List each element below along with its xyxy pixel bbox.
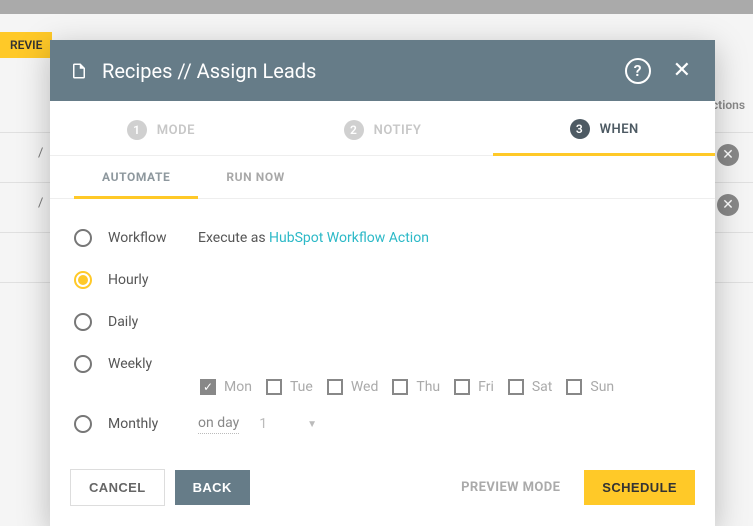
day-tue: Tue: [266, 379, 313, 395]
cancel-button[interactable]: CANCEL: [70, 469, 165, 506]
workflow-detail: Execute as HubSpot Workflow Action: [198, 230, 429, 246]
step-number: 3: [570, 119, 590, 139]
help-icon[interactable]: ?: [625, 58, 651, 84]
modal-footer: CANCEL BACK PREVIEW MODE SCHEDULE: [50, 453, 715, 526]
bg-row-close-icon[interactable]: ✕: [717, 194, 739, 216]
option-workflow: Workflow Execute as HubSpot Workflow Act…: [74, 217, 691, 259]
option-monthly: Monthly on day 1 ▼: [74, 403, 691, 445]
radio-daily[interactable]: [74, 313, 92, 331]
bg-toolbar: [0, 0, 753, 14]
bg-review-badge: REVIE: [0, 32, 52, 58]
bg-row-close-icon[interactable]: ✕: [717, 144, 739, 166]
monthly-config: on day 1 ▼: [198, 415, 317, 434]
stepper: 1 MODE 2 NOTIFY 3 WHEN: [50, 101, 715, 156]
bg-text: /: [38, 146, 43, 161]
step-label: MODE: [157, 123, 195, 138]
bg-actions-label: ctions: [712, 98, 745, 112]
checkbox-tue[interactable]: [266, 379, 282, 395]
day-sun: Sun: [566, 379, 614, 395]
day-label: Sat: [532, 379, 553, 395]
radio-hourly[interactable]: [74, 271, 92, 289]
checkbox-mon[interactable]: [200, 379, 216, 395]
checkbox-sat[interactable]: [508, 379, 524, 395]
option-hourly: Hourly: [74, 259, 691, 301]
tab-automate[interactable]: AUTOMATE: [74, 156, 198, 199]
workflow-detail-prefix: Execute as: [198, 230, 269, 246]
step-label: WHEN: [600, 122, 639, 137]
step-label: NOTIFY: [374, 123, 422, 138]
bg-text: /: [38, 196, 43, 211]
step-when[interactable]: 3 WHEN: [493, 101, 715, 156]
option-label: Monthly: [108, 416, 198, 432]
day-label: Wed: [351, 379, 379, 395]
step-notify[interactable]: 2 NOTIFY: [272, 101, 494, 155]
step-number: 2: [344, 120, 364, 140]
day-mon: Mon: [200, 379, 252, 395]
radio-monthly[interactable]: [74, 415, 92, 433]
weekly-days: Mon Tue Wed Thu Fri Sat Sun: [74, 379, 691, 395]
radio-weekly[interactable]: [74, 355, 92, 373]
schedule-options: Workflow Execute as HubSpot Workflow Act…: [50, 199, 715, 453]
day-label: Tue: [290, 379, 313, 395]
on-day-label: on day: [198, 415, 239, 434]
monthly-day-value: 1: [259, 416, 267, 432]
option-label: Workflow: [108, 230, 198, 246]
document-icon: [70, 60, 88, 82]
monthly-day-select[interactable]: 1 ▼: [259, 416, 317, 432]
subtab-bar: AUTOMATE RUN NOW: [50, 156, 715, 199]
option-label: Hourly: [108, 272, 198, 288]
day-label: Thu: [416, 379, 440, 395]
option-label: Daily: [108, 314, 198, 330]
day-fri: Fri: [454, 379, 494, 395]
step-mode[interactable]: 1 MODE: [50, 101, 272, 155]
option-daily: Daily: [74, 301, 691, 343]
modal-title: Recipes // Assign Leads: [102, 59, 625, 83]
day-label: Mon: [224, 379, 252, 395]
day-thu: Thu: [392, 379, 440, 395]
day-sat: Sat: [508, 379, 553, 395]
checkbox-thu[interactable]: [392, 379, 408, 395]
checkbox-fri[interactable]: [454, 379, 470, 395]
close-icon[interactable]: ✕: [669, 56, 695, 85]
checkbox-wed[interactable]: [327, 379, 343, 395]
recipe-modal: Recipes // Assign Leads ? ✕ 1 MODE 2 NOT…: [50, 40, 715, 526]
checkbox-sun[interactable]: [566, 379, 582, 395]
workflow-action-link[interactable]: HubSpot Workflow Action: [269, 230, 429, 246]
tab-run-now[interactable]: RUN NOW: [198, 156, 313, 198]
option-label: Weekly: [108, 356, 198, 372]
day-label: Sun: [590, 379, 614, 395]
chevron-down-icon: ▼: [307, 419, 317, 430]
preview-mode-link[interactable]: PREVIEW MODE: [461, 480, 560, 495]
modal-header: Recipes // Assign Leads ? ✕: [50, 40, 715, 101]
day-label: Fri: [478, 379, 494, 395]
day-wed: Wed: [327, 379, 379, 395]
step-number: 1: [127, 120, 147, 140]
back-button[interactable]: BACK: [175, 470, 250, 505]
radio-workflow[interactable]: [74, 229, 92, 247]
schedule-button[interactable]: SCHEDULE: [584, 470, 695, 505]
